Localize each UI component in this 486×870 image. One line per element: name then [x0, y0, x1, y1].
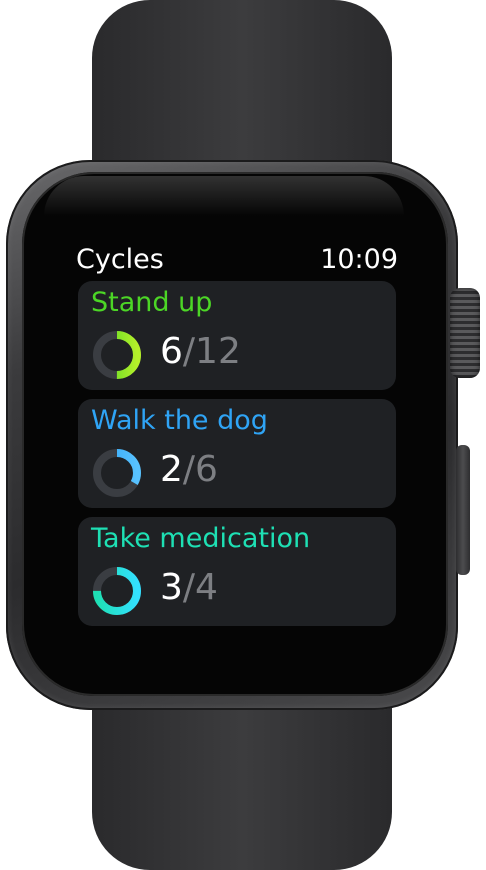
progress-ring-icon: [93, 449, 141, 497]
digital-crown[interactable]: [450, 288, 480, 378]
cycle-title: Stand up: [91, 287, 213, 318]
cycle-title: Take medication: [91, 523, 311, 554]
progress-ring-icon: [93, 567, 141, 615]
cycle-title: Walk the dog: [91, 405, 268, 436]
clock-time: 10:09: [320, 244, 398, 275]
cycle-card-take-medication[interactable]: Take medication 3/4: [78, 517, 396, 626]
count-separator: /: [182, 567, 196, 608]
count-separator: /: [182, 449, 196, 490]
count-done: 3: [160, 567, 183, 608]
count-done: 2: [160, 449, 183, 490]
count-separator: /: [182, 331, 196, 372]
progress-ring-icon: [93, 331, 141, 379]
glass-reflection: [44, 176, 404, 216]
count-total: 6: [195, 449, 218, 490]
apple-watch: Cycles 10:09 Stand up 6/12 Walk the dog: [0, 0, 486, 870]
count-done: 6: [160, 331, 183, 372]
status-bar: Cycles 10:09: [76, 236, 400, 276]
cycle-card-walk-the-dog[interactable]: Walk the dog 2/6: [78, 399, 396, 508]
side-button[interactable]: [456, 445, 470, 575]
cycle-count: 6/12: [160, 331, 241, 373]
cycle-count: 2/6: [160, 449, 218, 491]
cycle-card-stand-up[interactable]: Stand up 6/12: [78, 281, 396, 390]
count-total: 12: [195, 331, 241, 372]
cycle-count: 3/4: [160, 567, 218, 609]
cycles-screen: Cycles 10:09 Stand up 6/12 Walk the dog: [76, 236, 400, 636]
app-title: Cycles: [76, 244, 164, 275]
count-total: 4: [195, 567, 218, 608]
